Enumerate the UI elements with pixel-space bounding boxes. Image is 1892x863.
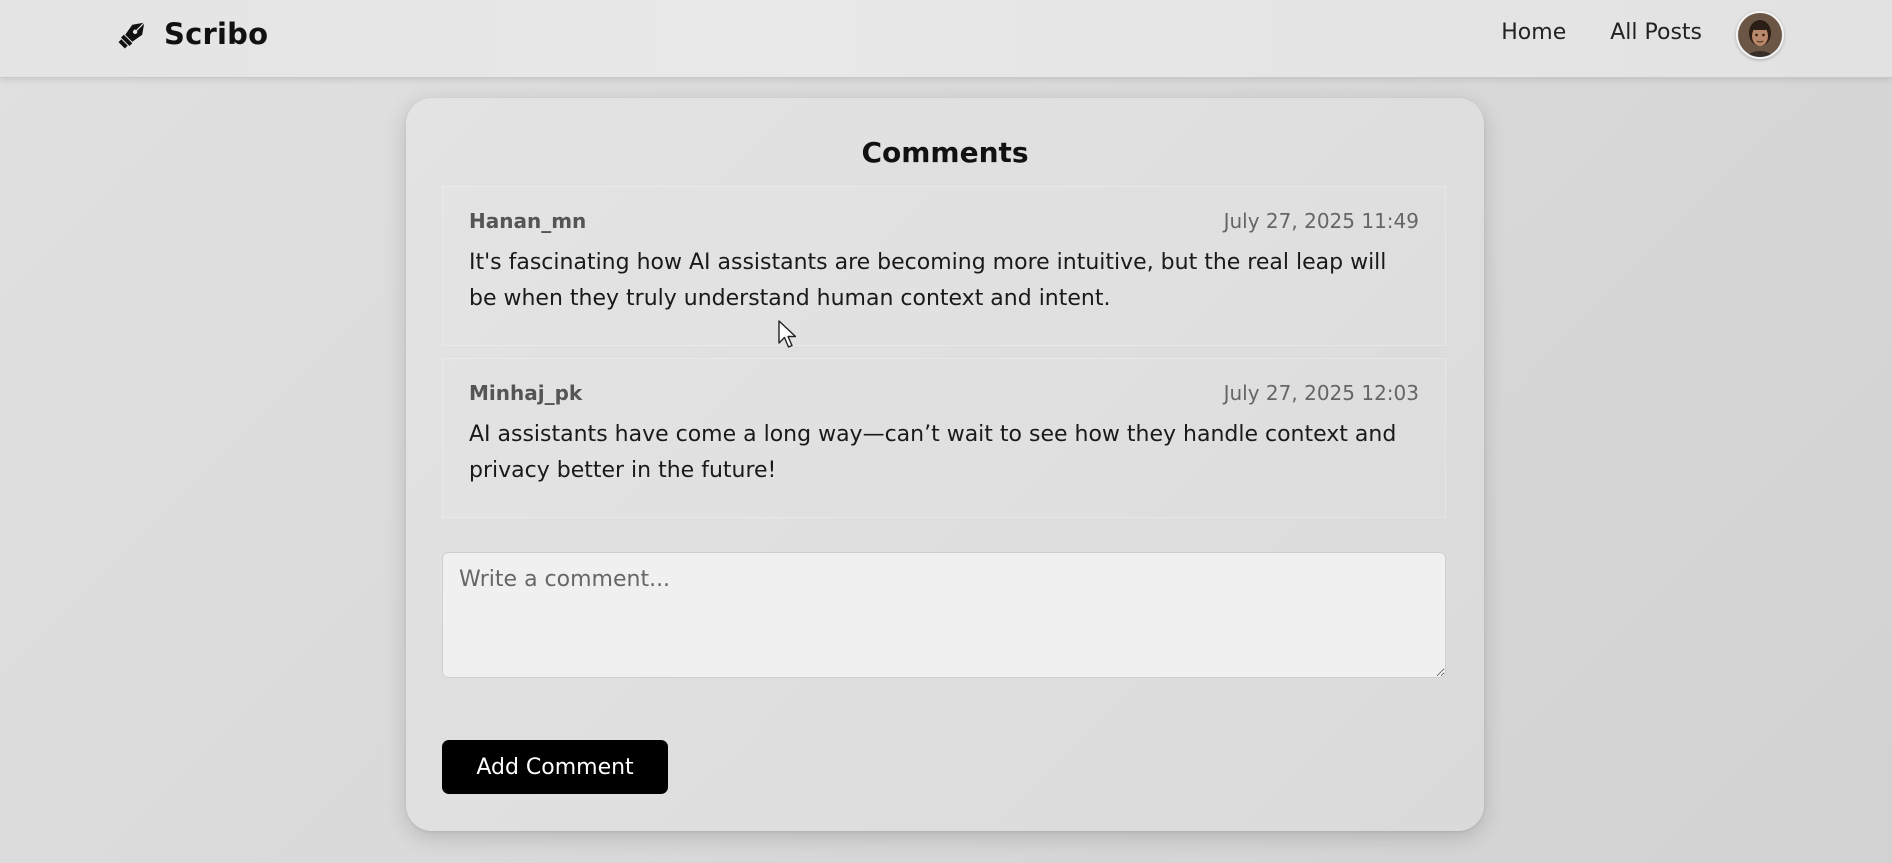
comment-text: AI assistants have come a long way—can’t… (469, 422, 1397, 483)
nav-link-home[interactable]: Home (1501, 20, 1566, 45)
comments-title: Comments (861, 136, 1029, 169)
pen-nib-icon (118, 22, 145, 49)
add-comment-button[interactable]: Add Comment (442, 740, 668, 794)
brand-name: Scribo (164, 17, 269, 51)
comments-card: Comments Hanan_mn July 27, 2025 11:49 It… (406, 98, 1484, 831)
comment-input[interactable] (442, 552, 1446, 678)
avatar-image (1738, 13, 1782, 57)
nav-links: Home All Posts (1501, 20, 1702, 45)
top-navbar: Scribo Home All Posts (0, 0, 1892, 78)
comment-header: Minhaj_pk July 27, 2025 12:03 (469, 381, 1419, 411)
comment-timestamp: July 27, 2025 12:03 (1223, 381, 1419, 405)
comment-text: It's fascinating how AI assistants are b… (469, 250, 1387, 311)
comment-timestamp: July 27, 2025 11:49 (1223, 209, 1419, 233)
brand[interactable]: Scribo (116, 14, 268, 54)
comment-author: Minhaj_pk (469, 381, 583, 405)
user-avatar[interactable] (1736, 11, 1784, 59)
nav-link-all-posts[interactable]: All Posts (1610, 20, 1702, 45)
comment-author: Hanan_mn (469, 209, 587, 233)
comment-header: Hanan_mn July 27, 2025 11:49 (469, 209, 1419, 239)
comment-item: Hanan_mn July 27, 2025 11:49 It's fascin… (442, 186, 1446, 346)
comment-item: Minhaj_pk July 27, 2025 12:03 AI assista… (442, 358, 1446, 518)
